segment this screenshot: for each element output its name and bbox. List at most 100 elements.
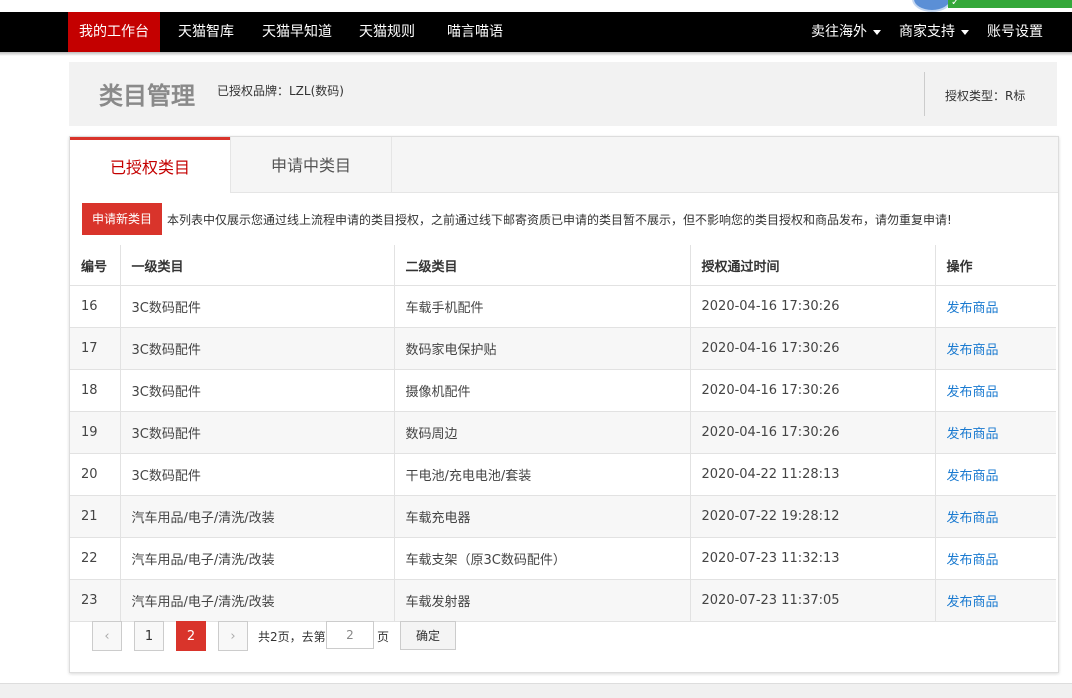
notice-bar: 申请新类目 本列表中仅展示您通过线上流程申请的类目授权，之前通过线下邮寄资质已申… — [82, 203, 1042, 235]
table-row: 18 3C数码配件 摄像机配件 2020-04-16 17:30:26 发布商品 — [70, 369, 1056, 412]
column-header-action: 操作 — [935, 245, 1056, 286]
tab-bar: 已授权类目 申请中类目 — [70, 137, 1058, 193]
cell-time: 2020-07-23 11:32:13 — [690, 537, 936, 580]
cell-level2: 车载发射器 — [394, 579, 691, 622]
cell-level2: 车载支架（原3C数码配件） — [394, 537, 691, 580]
cell-action: 发布商品 — [935, 327, 1056, 370]
extension-icon — [912, 0, 952, 12]
cell-level1: 3C数码配件 — [120, 453, 395, 496]
nav-item-early-know[interactable]: 天猫早知道 — [262, 12, 332, 52]
publish-product-link[interactable]: 发布商品 — [947, 301, 999, 316]
table-row: 20 3C数码配件 干电池/充电电池/套装 2020-04-22 11:28:1… — [70, 453, 1056, 496]
publish-product-link[interactable]: 发布商品 — [947, 385, 999, 400]
publish-product-link[interactable]: 发布商品 — [947, 511, 999, 526]
notice-text: 本列表中仅展示您通过线上流程申请的类目授权，之前通过线下邮寄资质已申请的类目暂不… — [167, 213, 952, 227]
publish-product-link[interactable]: 发布商品 — [947, 343, 999, 358]
publish-product-link[interactable]: 发布商品 — [947, 595, 999, 610]
nav-item-rules[interactable]: 天猫规则 — [359, 12, 415, 52]
nav-item-workbench[interactable]: 我的工作台 — [68, 12, 160, 52]
nav-support-label: 商家支持 — [899, 24, 955, 40]
nav-item-merchant-support[interactable]: 商家支持 — [899, 12, 969, 52]
cell-action: 发布商品 — [935, 579, 1056, 622]
table-row: 22 汽车用品/电子/清洗/改装 车载支架（原3C数码配件） 2020-07-2… — [70, 537, 1056, 580]
cell-time: 2020-07-22 19:28:12 — [690, 495, 936, 538]
page-header: 类目管理 已授权品牌：LZL(数码) 授权类型：R标 — [69, 62, 1057, 126]
cell-level1: 3C数码配件 — [120, 369, 395, 412]
table-row: 21 汽车用品/电子/清洗/改装 车载充电器 2020-07-22 19:28:… — [70, 495, 1056, 538]
cell-level2: 摄像机配件 — [394, 369, 691, 412]
header-divider — [924, 72, 925, 116]
cell-id: 17 — [70, 327, 121, 370]
authorization-type: 授权类型：R标 — [945, 89, 1026, 103]
cell-action: 发布商品 — [935, 411, 1056, 454]
cell-id: 19 — [70, 411, 121, 454]
cell-time: 2020-04-16 17:30:26 — [690, 369, 936, 412]
page-2-button[interactable]: 2 — [176, 621, 206, 651]
cell-level2: 车载充电器 — [394, 495, 691, 538]
navbar-shadow — [0, 52, 1072, 56]
table-row: 16 3C数码配件 车载手机配件 2020-04-16 17:30:26 发布商… — [70, 285, 1056, 328]
cell-id: 18 — [70, 369, 121, 412]
cell-level2: 数码周边 — [394, 411, 691, 454]
column-header-level2: 二级类目 — [394, 245, 691, 286]
cell-level1: 汽车用品/电子/清洗/改装 — [120, 579, 395, 622]
page-1-button[interactable]: 1 — [134, 621, 164, 651]
apply-new-category-button[interactable]: 申请新类目 — [82, 203, 163, 235]
chevron-down-icon — [961, 29, 969, 35]
status-indicator: ✓ — [948, 0, 1072, 8]
cell-time: 2020-04-16 17:30:26 — [690, 327, 936, 370]
nav-item-overseas[interactable]: 卖往海外 — [811, 12, 881, 52]
cell-level2: 数码家电保护贴 — [394, 327, 691, 370]
page-title: 类目管理 — [99, 82, 195, 110]
top-navbar: 我的工作台 天猫智库 天猫早知道 天猫规则 喵言喵语 卖往海外 商家支持 账号设… — [0, 12, 1072, 52]
tab-applying[interactable]: 申请中类目 — [230, 137, 392, 192]
table-row: 17 3C数码配件 数码家电保护贴 2020-04-16 17:30:26 发布… — [70, 327, 1056, 370]
total-pages-text: 共2页，去第 — [258, 630, 326, 644]
cell-id: 23 — [70, 579, 121, 622]
cell-action: 发布商品 — [935, 369, 1056, 412]
category-panel: 已授权类目 申请中类目 申请新类目 本列表中仅展示您通过线上流程申请的类目授权，… — [69, 136, 1059, 673]
nav-item-think-tank[interactable]: 天猫智库 — [178, 12, 234, 52]
pagination: ‹ 1 2 › 共2页，去第 2 页 确定 — [92, 621, 692, 651]
table-row: 19 3C数码配件 数码周边 2020-04-16 17:30:26 发布商品 — [70, 411, 1056, 454]
column-header-level1: 一级类目 — [120, 245, 395, 286]
table-row: 23 汽车用品/电子/清洗/改装 车载发射器 2020-07-23 11:37:… — [70, 579, 1056, 622]
table-header-row: 编号 一级类目 二级类目 授权通过时间 操作 — [70, 245, 1056, 286]
cell-action: 发布商品 — [935, 285, 1056, 328]
bottom-scroll-area — [0, 683, 1072, 698]
nav-item-meow[interactable]: 喵言喵语 — [447, 12, 503, 52]
column-header-time: 授权通过时间 — [690, 245, 936, 286]
cell-id: 20 — [70, 453, 121, 496]
nav-overseas-label: 卖往海外 — [811, 24, 867, 40]
cell-action: 发布商品 — [935, 537, 1056, 580]
cell-level2: 干电池/充电电池/套装 — [394, 453, 691, 496]
cell-time: 2020-04-22 11:28:13 — [690, 453, 936, 496]
cell-level2: 车载手机配件 — [394, 285, 691, 328]
cell-level1: 汽车用品/电子/清洗/改装 — [120, 537, 395, 580]
nav-item-account-settings[interactable]: 账号设置 — [987, 12, 1043, 52]
cell-id: 21 — [70, 495, 121, 538]
browser-top-strip: ✓ — [0, 0, 1072, 12]
publish-product-link[interactable]: 发布商品 — [947, 469, 999, 484]
next-page-button[interactable]: › — [218, 621, 248, 651]
column-header-id: 编号 — [70, 245, 121, 286]
cell-level1: 3C数码配件 — [120, 285, 395, 328]
cell-time: 2020-07-23 11:37:05 — [690, 579, 936, 622]
cell-time: 2020-04-16 17:30:26 — [690, 285, 936, 328]
cell-id: 22 — [70, 537, 121, 580]
goto-page-input[interactable]: 2 — [326, 621, 374, 649]
publish-product-link[interactable]: 发布商品 — [947, 427, 999, 442]
prev-page-button[interactable]: ‹ — [92, 621, 122, 651]
cell-id: 16 — [70, 285, 121, 328]
publish-product-link[interactable]: 发布商品 — [947, 553, 999, 568]
cell-level1: 汽车用品/电子/清洗/改装 — [120, 495, 395, 538]
tab-authorized[interactable]: 已授权类目 — [70, 137, 230, 193]
authorized-brand: 已授权品牌：LZL(数码) — [217, 84, 344, 98]
confirm-button[interactable]: 确定 — [400, 621, 456, 650]
cell-action: 发布商品 — [935, 453, 1056, 496]
category-table: 编号 一级类目 二级类目 授权通过时间 操作 16 3C数码配件 车载手机配件 … — [70, 245, 1056, 622]
chevron-down-icon — [873, 29, 881, 35]
cell-action: 发布商品 — [935, 495, 1056, 538]
cell-level1: 3C数码配件 — [120, 411, 395, 454]
cell-level1: 3C数码配件 — [120, 327, 395, 370]
